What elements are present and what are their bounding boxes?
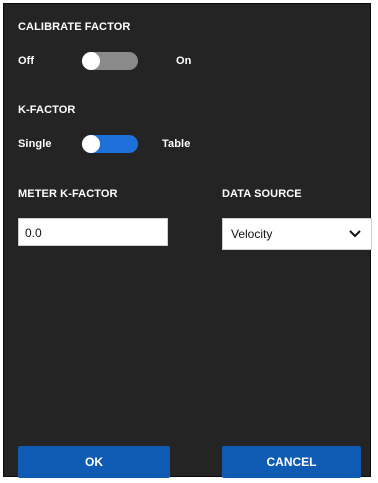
data-source-label: DATA SOURCE (222, 188, 302, 200)
k-factor-single-label: Single (18, 138, 52, 150)
calibrate-off-label: Off (18, 55, 35, 67)
k-factor-table-label: Table (162, 138, 191, 150)
k-factor-toggle[interactable] (82, 135, 138, 153)
calibrate-factor-title: CALIBRATE FACTOR (18, 21, 131, 33)
toggle-knob (82, 135, 100, 153)
data-source-select[interactable]: Velocity (222, 218, 372, 250)
calibrate-factor-toggle[interactable] (82, 52, 138, 70)
ok-button[interactable]: OK (18, 446, 170, 478)
data-source-value: Velocity (231, 227, 273, 241)
k-factor-title: K-FACTOR (18, 104, 76, 116)
meter-k-factor-input[interactable]: 0.0 (18, 218, 168, 246)
cancel-button[interactable]: CANCEL (222, 446, 361, 478)
chevron-down-icon (349, 228, 361, 242)
meter-k-factor-label: METER K-FACTOR (18, 188, 118, 200)
toggle-knob (82, 52, 100, 70)
calibrate-on-label: On (176, 55, 192, 67)
settings-panel: CALIBRATE FACTOR Off On K-FACTOR Single … (3, 3, 372, 478)
